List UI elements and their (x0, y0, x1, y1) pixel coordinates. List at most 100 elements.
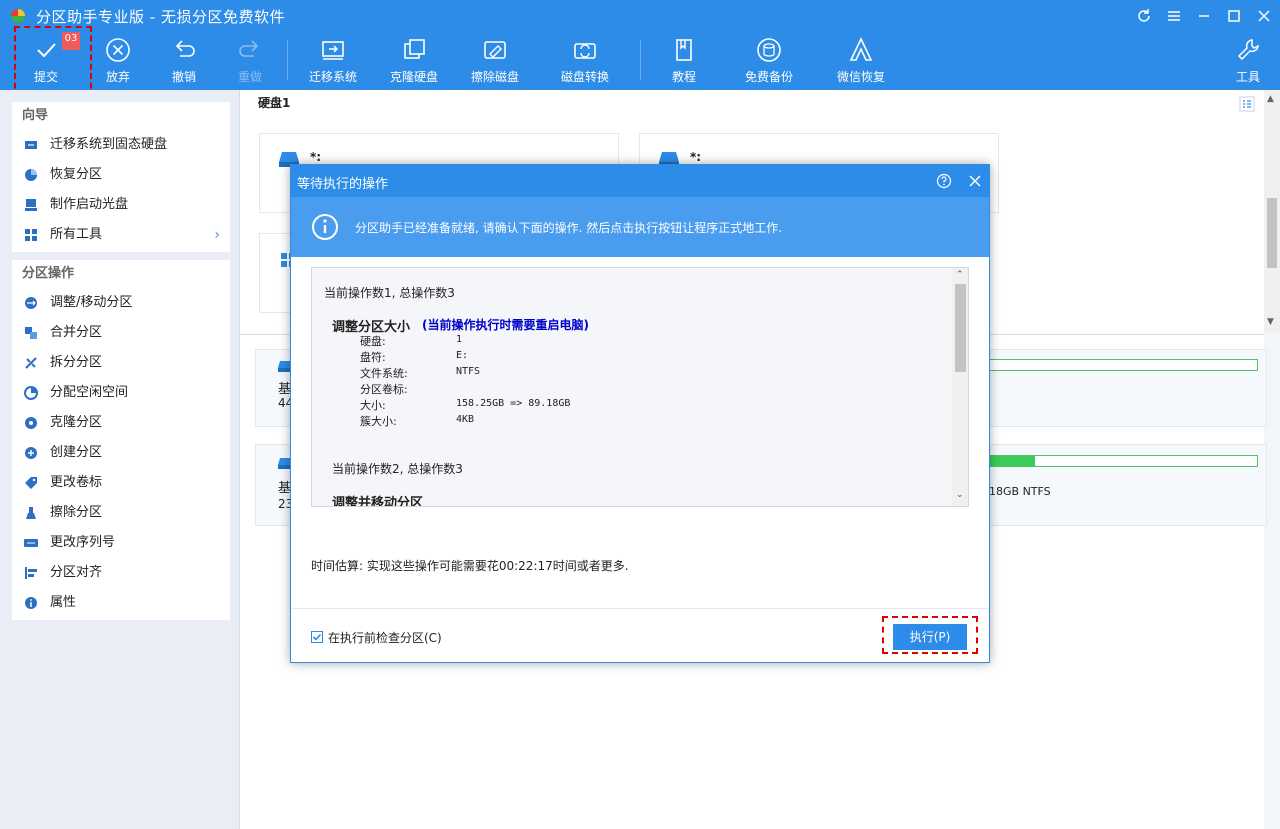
free-backup-button[interactable]: 免费备份 (738, 36, 800, 88)
check-partition-label[interactable]: 在执行前检查分区(C) (328, 629, 442, 646)
tools-label: 工具 (1236, 68, 1260, 85)
scroll-thumb[interactable] (1267, 198, 1277, 268)
cancel-circle-icon (104, 36, 132, 64)
partition-ops-panel: 分区操作 调整/移动分区 合并分区 拆分分区 分配空闲空间 克隆分区 (12, 260, 230, 620)
sidebar-item-label: 迁移系统到固态硬盘 (50, 137, 167, 152)
close-icon[interactable] (967, 173, 983, 189)
tutorial-label: 教程 (672, 68, 696, 85)
sidebar-item-all-tools[interactable]: 所有工具 › (12, 220, 230, 250)
wipe-disk-button[interactable]: 擦除磁盘 (464, 36, 526, 88)
operations-list[interactable]: 当前操作数1, 总操作数3 调整分区大小 (当前操作执行时需要重启电脑) 硬盘:… (311, 267, 969, 507)
sidebar: 向导 迁移系统到固态硬盘 恢复分区 制作启动光盘 所有工具 › 分区操作 (0, 90, 240, 829)
sidebar-item-migrate[interactable]: 迁移系统到固态硬盘 (12, 130, 230, 160)
recover-icon (24, 168, 38, 182)
usage-bar (988, 455, 1258, 467)
partition-ops-title: 分区操作 (12, 260, 230, 288)
undo-label: 撤销 (172, 68, 196, 85)
app-window: 分区助手专业版 - 无损分区免费软件 提交 03 放弃 撤销 (0, 0, 1280, 829)
scroll-up-icon[interactable]: ▲ (1267, 94, 1274, 104)
wipe-label: 擦除磁盘 (471, 68, 519, 85)
sidebar-item-properties[interactable]: 属性 (12, 588, 230, 618)
info-text: 分区助手已经准备就绪, 请确认下面的操作. 然后点击执行按钮让程序正式地工作. (355, 219, 782, 236)
time-estimate: 时间估算: 实现这些操作可能需要花00:22:17时间或者更多. (311, 557, 629, 574)
convert-icon (571, 36, 599, 64)
wrench-icon (1234, 36, 1262, 64)
refresh-icon[interactable] (1132, 4, 1156, 28)
scroll-down-icon[interactable]: ▼ (1267, 317, 1274, 327)
sidebar-item-label: 拆分分区 (50, 355, 102, 370)
sidebar-item-label-change[interactable]: 更改卷标 (12, 468, 230, 498)
wechat-recovery-button[interactable]: 微信恢复 (830, 36, 892, 88)
sidebar-item-serial[interactable]: 更改序列号 (12, 528, 230, 558)
toolbar-divider (640, 40, 641, 80)
op1-key: 盘符: (360, 349, 386, 365)
bootdisk-icon (24, 198, 38, 212)
sidebar-item-resize[interactable]: 调整/移动分区 (12, 288, 230, 318)
sidebar-item-bootdisk[interactable]: 制作启动光盘 (12, 190, 230, 220)
wipe-disk-icon (481, 36, 509, 64)
op1-header: 当前操作数1, 总操作数3 (324, 284, 455, 301)
tag-icon (24, 476, 38, 490)
toolbar-divider (287, 40, 288, 80)
clone-label: 克隆硬盘 (390, 68, 438, 85)
menu-icon[interactable] (1162, 4, 1186, 28)
sidebar-item-align[interactable]: 分区对齐 (12, 558, 230, 588)
sidebar-item-recover[interactable]: 恢复分区 (12, 160, 230, 190)
window-title: 分区助手专业版 - 无损分区免费软件 (36, 6, 285, 27)
migrate-label: 迁移系统 (309, 68, 357, 85)
redo-icon (236, 36, 264, 64)
operations-scrollbar[interactable]: ⌃ ⌄ (952, 268, 969, 506)
op1-note: (当前操作执行时需要重启电脑) (422, 316, 589, 333)
op1-key: 簇大小: (360, 413, 397, 429)
scroll-thumb[interactable] (955, 284, 966, 372)
discard-button[interactable]: 放弃 (94, 36, 142, 88)
create-icon (24, 446, 38, 460)
undo-button[interactable]: 撤销 (160, 36, 208, 88)
dialog-title: 等待执行的操作 (297, 173, 388, 192)
sidebar-item-wipe-partition[interactable]: 擦除分区 (12, 498, 230, 528)
migrate-icon (24, 138, 38, 152)
disk-convert-button[interactable]: 磁盘转换 (554, 36, 616, 88)
execute-highlight (882, 616, 978, 654)
op2-header: 当前操作数2, 总操作数3 (332, 460, 463, 477)
sidebar-item-merge[interactable]: 合并分区 (12, 318, 230, 348)
tutorial-button[interactable]: 教程 (660, 36, 708, 88)
maximize-icon[interactable] (1222, 4, 1246, 28)
check-partition-checkbox[interactable] (311, 631, 323, 643)
info-icon (311, 213, 339, 241)
sidebar-item-clone-partition[interactable]: 克隆分区 (12, 408, 230, 438)
scroll-down-icon[interactable]: ⌄ (956, 490, 964, 500)
close-icon[interactable] (1252, 4, 1276, 28)
sidebar-item-label: 恢复分区 (50, 167, 102, 182)
clone-disk-button[interactable]: 克隆硬盘 (383, 36, 445, 88)
redo-button[interactable]: 重做 (226, 36, 274, 88)
minimize-icon[interactable] (1192, 4, 1216, 28)
sidebar-item-create[interactable]: 创建分区 (12, 438, 230, 468)
op1-key: 大小: (360, 397, 386, 413)
partition-card-label: *: (690, 150, 701, 164)
partition-card-label: *: (310, 150, 321, 164)
sidebar-item-label: 克隆分区 (50, 415, 102, 430)
commit-highlight (14, 26, 92, 98)
main-scrollbar[interactable]: ▲ ▼ (1264, 90, 1280, 332)
split-icon (24, 356, 38, 370)
sidebar-item-label: 分配空闲空间 (50, 385, 128, 400)
scroll-up-icon[interactable]: ⌃ (956, 270, 964, 280)
view-toggle-icon[interactable] (1239, 96, 1255, 112)
sidebar-item-label: 合并分区 (50, 325, 102, 340)
disk-label: 硬盘1 (258, 94, 290, 111)
pending-operations-dialog: 等待执行的操作 分区助手已经准备就绪, 请确认下面的操作. 然后点击执行按钮让程… (290, 164, 990, 663)
tools-button[interactable]: 工具 (1226, 36, 1270, 88)
sidebar-item-allocate[interactable]: 分配空闲空间 (12, 378, 230, 408)
help-icon[interactable] (936, 173, 952, 189)
sidebar-item-split[interactable]: 拆分分区 (12, 348, 230, 378)
migrate-os-button[interactable]: 迁移系统 (302, 36, 364, 88)
op1-key: 分区卷标: (360, 381, 408, 397)
op1-key: 文件系统: (360, 365, 408, 381)
title-bar: 分区助手专业版 - 无损分区免费软件 (0, 0, 1280, 32)
sidebar-item-label: 制作启动光盘 (50, 197, 128, 212)
book-icon (670, 36, 698, 64)
sidebar-item-label: 创建分区 (50, 445, 102, 460)
migrate-icon (319, 36, 347, 64)
redo-label: 重做 (238, 68, 262, 85)
